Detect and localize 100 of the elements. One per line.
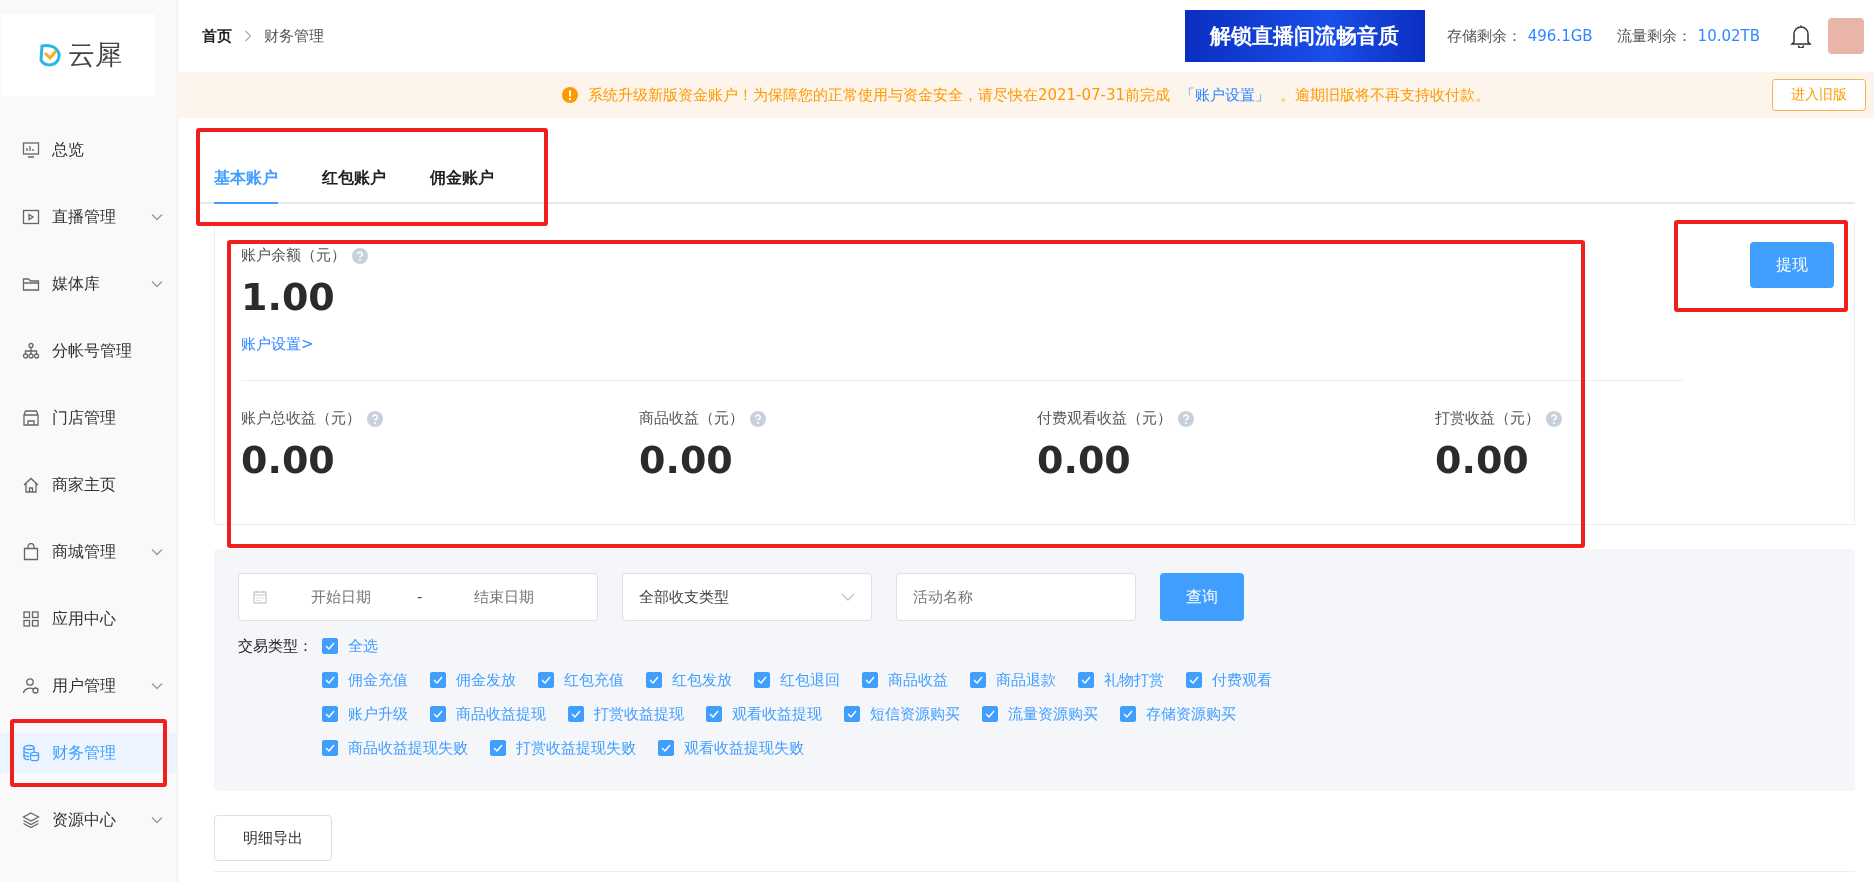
help-icon[interactable] <box>1546 410 1562 427</box>
stat-amount: 0.00 <box>241 438 336 482</box>
checkbox[interactable] <box>322 740 338 756</box>
type-checkbox[interactable]: 打赏收益提现失败 <box>490 735 636 761</box>
date-range-field[interactable]: 开始日期 - 结束日期 <box>238 573 598 621</box>
type-checkbox[interactable]: 礼物打赏 <box>1078 667 1164 693</box>
check-icon <box>1081 676 1091 684</box>
chevron-right-icon <box>244 30 252 42</box>
sidebar-item[interactable]: 直播管理 <box>0 197 177 237</box>
help-icon[interactable] <box>750 410 766 427</box>
account-settings-link[interactable]: 「账户设置」 <box>1180 85 1271 105</box>
export-button[interactable]: 明细导出 <box>214 815 332 861</box>
tab[interactable]: 基本账户 <box>214 156 278 204</box>
type-checkbox[interactable]: 商品收益提现 <box>430 701 546 727</box>
store-icon <box>22 409 40 427</box>
old-version-button[interactable]: 进入旧版 <box>1772 79 1866 111</box>
type-checkbox[interactable]: 付费观看 <box>1186 667 1272 693</box>
warning-icon <box>561 87 578 103</box>
sidebar-item[interactable]: 应用中心 <box>0 599 177 639</box>
checkbox[interactable] <box>706 706 722 722</box>
grid-icon <box>22 610 40 628</box>
user-icon <box>22 677 40 695</box>
type-checkbox[interactable]: 红包充值 <box>538 667 624 693</box>
checkbox[interactable] <box>844 706 860 722</box>
checkbox[interactable] <box>430 672 446 688</box>
checkbox[interactable] <box>538 672 554 688</box>
sidebar-item[interactable]: 媒体库 <box>0 264 177 304</box>
type-checkbox[interactable]: 佣金发放 <box>430 667 516 693</box>
type-checkbox[interactable]: 红包退回 <box>754 667 840 693</box>
bell-icon[interactable] <box>1790 24 1812 48</box>
check-icon <box>571 710 581 718</box>
type-checkbox[interactable]: 观看收益提现 <box>706 701 822 727</box>
checkbox[interactable] <box>982 706 998 722</box>
checkbox[interactable] <box>862 672 878 688</box>
help-icon[interactable] <box>367 410 383 427</box>
sidebar-item[interactable]: 用户管理 <box>0 666 177 706</box>
breadcrumb-link[interactable]: 首页 <box>202 26 232 46</box>
checkbox[interactable] <box>322 706 338 722</box>
sidebar-item[interactable]: 商家主页 <box>0 465 177 505</box>
check-icon <box>325 710 335 718</box>
stat-amount: 0.00 <box>1435 438 1530 482</box>
checkbox[interactable] <box>490 740 506 756</box>
type-checkbox[interactable]: 短信资源购买 <box>844 701 960 727</box>
check-icon <box>1123 710 1133 718</box>
check-icon <box>325 744 335 752</box>
check-icon <box>325 676 335 684</box>
withdraw-button[interactable]: 提现 <box>1750 242 1834 288</box>
sidebar-item[interactable]: 财务管理 <box>0 733 177 773</box>
calendar-icon <box>253 590 267 604</box>
end-date-input[interactable]: 结束日期 <box>442 587 567 607</box>
checkbox[interactable] <box>568 706 584 722</box>
help-icon[interactable] <box>352 247 368 264</box>
checkbox[interactable] <box>970 672 986 688</box>
stat-label: 打赏收益（元） <box>1435 409 1540 428</box>
type-checkbox[interactable]: 商品退款 <box>970 667 1056 693</box>
sidebar-item[interactable]: 资源中心 <box>0 800 177 840</box>
checkbox[interactable] <box>1120 706 1136 722</box>
check-icon <box>325 642 335 650</box>
sidebar-item[interactable]: 总览 <box>0 130 177 170</box>
quota-value: 496.1GB <box>1527 26 1593 45</box>
checkbox[interactable] <box>754 672 770 688</box>
sidebar-item[interactable]: 分帐号管理 <box>0 331 177 371</box>
help-icon[interactable] <box>1178 410 1194 427</box>
checkbox[interactable] <box>322 638 338 654</box>
balance-amount: 1.00 <box>241 275 336 319</box>
query-button[interactable]: 查询 <box>1160 573 1244 621</box>
check-icon <box>433 676 443 684</box>
checkbox[interactable] <box>430 706 446 722</box>
date-separator: - <box>417 588 423 606</box>
type-checkbox[interactable]: 打赏收益提现 <box>568 701 684 727</box>
type-select[interactable]: 全部收支类型 <box>622 573 872 621</box>
tab[interactable]: 红包账户 <box>322 156 386 204</box>
stat-amount: 0.00 <box>639 438 734 482</box>
tab[interactable]: 佣金账户 <box>430 156 494 204</box>
type-checkbox[interactable]: 商品收益提现失败 <box>322 735 468 761</box>
checkbox[interactable] <box>646 672 662 688</box>
checkbox[interactable] <box>322 672 338 688</box>
promo-banner[interactable]: 解锁直播间流畅音质 <box>1184 10 1425 62</box>
type-checkbox[interactable]: 存储资源购买 <box>1120 701 1236 727</box>
sidebar-item[interactable]: 商城管理 <box>0 532 177 572</box>
type-checkbox[interactable]: 商品收益 <box>862 667 948 693</box>
checkbox[interactable] <box>1078 672 1094 688</box>
type-checkbox[interactable]: 红包发放 <box>646 667 732 693</box>
type-checkbox[interactable]: 观看收益提现失败 <box>658 735 804 761</box>
transaction-type-label: 交易类型： <box>238 636 314 657</box>
start-date-input[interactable]: 开始日期 <box>279 587 403 607</box>
chevron-down-icon <box>841 593 855 601</box>
stat-label: 账户总收益（元） <box>241 409 361 428</box>
chevron-down-icon <box>151 548 163 556</box>
select-all-checkbox[interactable]: 全选 <box>322 633 378 659</box>
activity-name-field[interactable]: 活动名称 <box>896 573 1136 621</box>
type-checkbox[interactable]: 流量资源购买 <box>982 701 1098 727</box>
account-settings-link[interactable]: 账户设置> <box>241 335 314 353</box>
check-icon <box>493 744 503 752</box>
breadcrumb-current: 财务管理 <box>264 26 324 46</box>
type-checkbox[interactable]: 佣金充值 <box>322 667 408 693</box>
sidebar-item[interactable]: 门店管理 <box>0 398 177 438</box>
checkbox[interactable] <box>1186 672 1202 688</box>
type-checkbox[interactable]: 账户升级 <box>322 701 408 727</box>
checkbox[interactable] <box>658 740 674 756</box>
